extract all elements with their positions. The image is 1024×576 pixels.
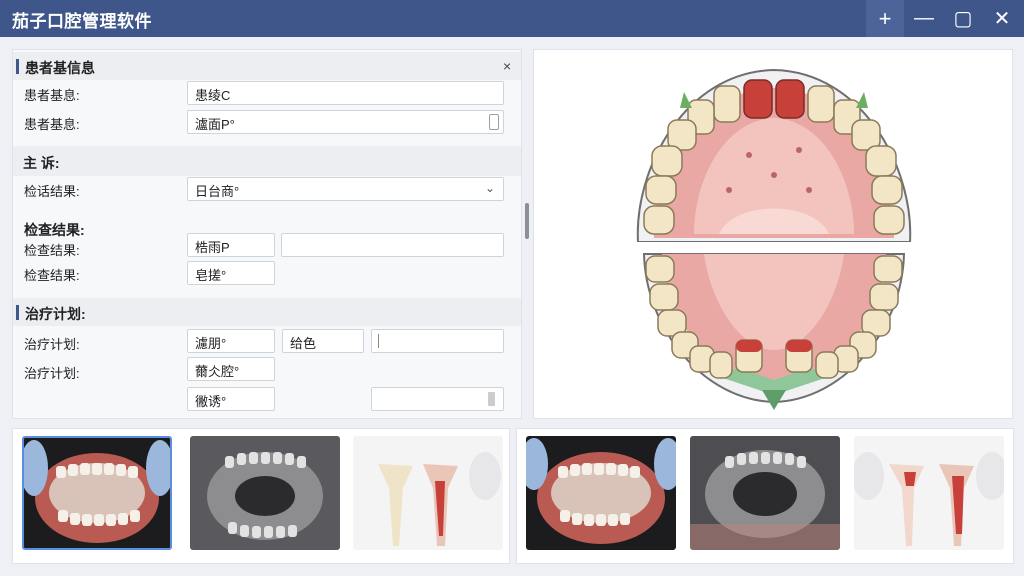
complaint-value: 日台商°: [195, 184, 240, 199]
exam-value-2: 皂搓°: [195, 268, 227, 283]
section-accent-bar: [16, 59, 19, 74]
title-bar: 茄子口腔管理软件 + — ▢ ✕: [0, 0, 1024, 37]
patient-row2-label: 患者基息:: [24, 117, 80, 132]
tooth-model-thumb[interactable]: [353, 436, 503, 550]
tooth-model-thumb-2[interactable]: [854, 436, 1004, 550]
xray-thumb-2[interactable]: [690, 436, 840, 550]
treatment-value-1: 濾朋°: [195, 336, 227, 351]
complaint-select[interactable]: 日台商° ⌄: [187, 177, 504, 201]
treatment-value-3: 薾仌腔°: [195, 364, 240, 379]
treatment-value-4: 徶诱°: [195, 394, 227, 409]
dental-arch-diagram[interactable]: [534, 50, 1014, 420]
complaint-header: 主 诉:: [13, 146, 521, 176]
patient-info-title: 患者基信息: [25, 60, 95, 76]
input-handle-icon: [489, 114, 499, 130]
add-button[interactable]: +: [866, 0, 904, 37]
exam-row2-label: 检查结果:: [24, 268, 80, 283]
exam-row1-label: 检查结果:: [24, 243, 80, 258]
exam-input-2[interactable]: [281, 233, 504, 257]
patient-info-header: 患者基信息 ×: [13, 52, 521, 80]
treatment-row2-label: 治疗计划:: [24, 366, 80, 381]
treatment-input-5[interactable]: 徶诱°: [187, 387, 275, 411]
complaint-title: 主 诉:: [23, 155, 60, 171]
treatment-title: 治疗计划:: [25, 306, 86, 322]
intraoral-photo-thumb-2[interactable]: [526, 436, 676, 550]
treatment-row1-label: 治疗计划:: [24, 337, 80, 352]
xray-thumb[interactable]: [190, 436, 340, 550]
patient-info-input[interactable]: 瀘面P°: [187, 110, 504, 134]
intraoral-photo-thumb[interactable]: [22, 436, 172, 550]
dental-chart-panel: [533, 49, 1013, 419]
treatment-input-1[interactable]: 濾朋°: [187, 329, 275, 353]
treatment-input-3[interactable]: [371, 329, 504, 353]
form-scrollbar[interactable]: [525, 203, 529, 239]
treatment-input-2[interactable]: 给色: [282, 329, 364, 353]
patient-name-value: 患绫C: [195, 88, 231, 103]
treatment-value-2: 给色: [290, 336, 317, 351]
input-handle-icon: [488, 392, 495, 406]
maximize-button[interactable]: ▢: [944, 0, 982, 37]
patient-row1-label: 患者基息:: [24, 88, 80, 103]
complaint-row-label: 检话结果:: [24, 184, 80, 199]
close-window-button[interactable]: ✕: [983, 0, 1021, 37]
app-title: 茄子口腔管理软件: [12, 12, 152, 31]
section-accent-bar: [16, 305, 19, 320]
treatment-header: 治疗计划:: [13, 298, 521, 326]
close-panel-icon[interactable]: ×: [503, 58, 511, 74]
exam-input-1[interactable]: 梏雨P: [187, 233, 275, 257]
exam-input-3[interactable]: 皂搓°: [187, 261, 275, 285]
patient-name-input[interactable]: 患绫C: [187, 81, 504, 105]
treatment-input-6[interactable]: [371, 387, 504, 411]
thumbnail-strip-right: [516, 428, 1014, 564]
text-cursor: [378, 334, 379, 348]
thumbnail-strip-left: [12, 428, 510, 564]
patient-form-panel: 患者基信息 × 患者基息: 患绫C 患者基息: 瀘面P° 主 诉: 检话结果: …: [12, 49, 522, 419]
patient-info-value: 瀘面P°: [195, 117, 235, 132]
exam-title: 检查结果:: [24, 222, 85, 238]
treatment-input-4[interactable]: 薾仌腔°: [187, 357, 275, 381]
chevron-down-icon: ⌄: [484, 181, 495, 195]
minimize-button[interactable]: —: [905, 0, 943, 37]
exam-value-1: 梏雨P: [195, 240, 230, 255]
